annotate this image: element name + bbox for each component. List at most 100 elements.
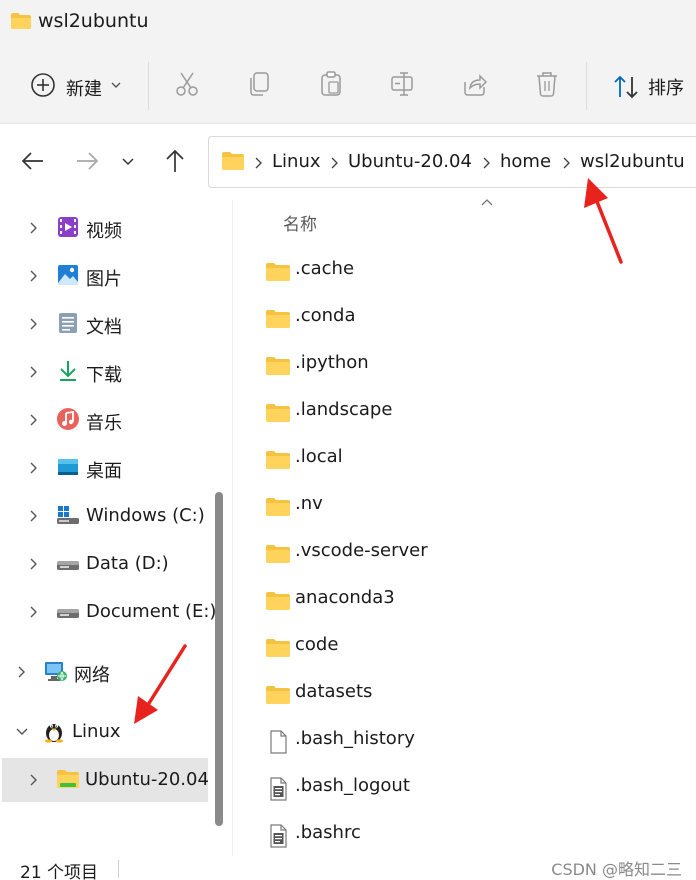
file-row[interactable]: datasets [233,671,696,717]
chevron-down-icon[interactable] [14,727,30,737]
chevron-right-icon[interactable] [28,508,38,524]
chevron-right-icon[interactable] [28,268,38,284]
breadcrumb-separator-icon[interactable] [329,156,339,170]
up-arrow-icon[interactable] [162,148,188,174]
new-button[interactable]: 新建 [22,66,132,106]
chevron-right-icon[interactable] [16,664,26,680]
documents-library-icon [59,313,77,333]
breadcrumb-ubuntu[interactable]: Ubuntu-20.04 [348,151,472,172]
file-name: .bashrc [295,822,361,843]
file-row[interactable]: .local [233,436,696,482]
breadcrumb-separator-icon[interactable] [481,156,491,170]
breadcrumb-separator-icon[interactable] [561,156,571,170]
linux-penguin-icon [45,724,63,743]
desktop-icon [58,459,78,475]
nav-item-desktop[interactable]: 桌面 [0,446,210,490]
sort-icon [614,75,638,99]
breadcrumb-separator-icon[interactable] [253,156,263,170]
file-row[interactable]: .nv [233,483,696,529]
file-name: datasets [295,681,373,702]
file-row[interactable]: anaconda3 [233,577,696,623]
nav-item-documents[interactable]: 文档 [0,302,210,346]
paste-icon[interactable] [318,70,344,98]
folder-icon [11,13,31,29]
nav-item-label: 文档 [86,317,122,338]
file-row[interactable]: .bash_logout [233,765,696,811]
folder-icon [265,589,291,613]
nav-item-label: Ubuntu-20.04 [85,769,209,790]
music-library-icon [57,408,79,430]
nav-item-label: 桌面 [86,461,122,482]
title-bar: wsl2ubuntu [0,0,696,44]
delete-icon[interactable] [534,70,560,98]
sort-button-label: 排序 [648,78,684,99]
text-file-icon [265,824,291,848]
video-library-icon [58,217,78,237]
file-row[interactable]: .ipython [233,342,696,388]
annotation-arrow-icon [584,178,623,264]
file-name: .bash_history [295,728,415,749]
file-name: .landscape [295,399,393,420]
column-header-name[interactable]: 名称 [283,210,317,235]
sort-button[interactable]: 排序 [608,66,696,106]
nav-item-label: 下载 [86,365,122,386]
folder-icon [265,448,291,472]
folder-icon [265,260,291,284]
nav-item-pictures[interactable]: 图片 [0,254,210,298]
chevron-down-icon [111,82,121,88]
folder-icon [265,636,291,660]
recent-locations-chevron-icon[interactable] [118,152,138,172]
watermark: CSDN @略知二三 [551,860,682,879]
cut-icon[interactable] [174,70,200,98]
breadcrumb-linux[interactable]: Linux [272,151,321,172]
breadcrumb-home[interactable]: home [500,151,551,172]
file-name: .local [295,446,343,467]
chevron-right-icon[interactable] [28,364,38,380]
file-row[interactable]: .vscode-server [233,530,696,576]
file-row[interactable]: .bash_history [233,718,696,764]
file-row[interactable]: .bashrc [233,812,696,858]
folder-icon [265,542,291,566]
chevron-right-icon[interactable] [28,604,38,620]
annotation-arrow-icon [134,644,187,724]
forward-arrow-icon[interactable] [74,148,100,174]
rename-icon[interactable] [390,70,416,98]
network-icon [45,662,67,681]
separator [118,860,119,878]
chevron-right-icon[interactable] [28,316,38,332]
file-name: code [295,634,339,655]
share-icon[interactable] [462,70,488,98]
chevron-right-icon[interactable] [28,556,38,572]
nav-item-label: 音乐 [86,413,122,434]
breadcrumb-wsl2ubuntu[interactable]: wsl2ubuntu [580,151,685,172]
separator [148,62,149,110]
nav-item-drive-e[interactable]: Document (E:) [0,590,216,634]
nav-item-drive-c[interactable]: Windows (C:) [0,494,210,538]
chevron-right-icon[interactable] [28,220,38,236]
file-row[interactable]: code [233,624,696,670]
chevron-right-icon[interactable] [28,460,38,476]
downloads-icon [60,361,76,381]
nav-item-ubuntu[interactable]: Ubuntu-20.04 [2,758,209,802]
folder-icon [265,354,291,378]
nav-item-videos[interactable]: 视频 [0,206,210,250]
folder-icon [222,152,244,170]
file-row[interactable]: .landscape [233,389,696,435]
back-arrow-icon[interactable] [20,148,46,174]
chevron-right-icon[interactable] [28,412,38,428]
drive-icon [57,609,79,618]
nav-item-drive-d[interactable]: Data (D:) [0,542,210,586]
windows-drive-icon [57,506,79,524]
file-name: .vscode-server [295,540,428,561]
file-row[interactable]: .conda [233,295,696,341]
nav-pane-scrollbar[interactable] [215,492,223,826]
copy-icon[interactable] [246,70,272,98]
command-bar: 新建 排序 [0,44,696,124]
file-name: .ipython [295,352,369,373]
file-name: .cache [295,258,355,279]
chevron-right-icon[interactable] [28,772,38,788]
nav-item-downloads[interactable]: 下载 [0,350,210,394]
nav-item-music[interactable]: 音乐 [0,398,210,442]
nav-item-label: Linux [72,721,121,742]
file-name: .nv [295,493,323,514]
